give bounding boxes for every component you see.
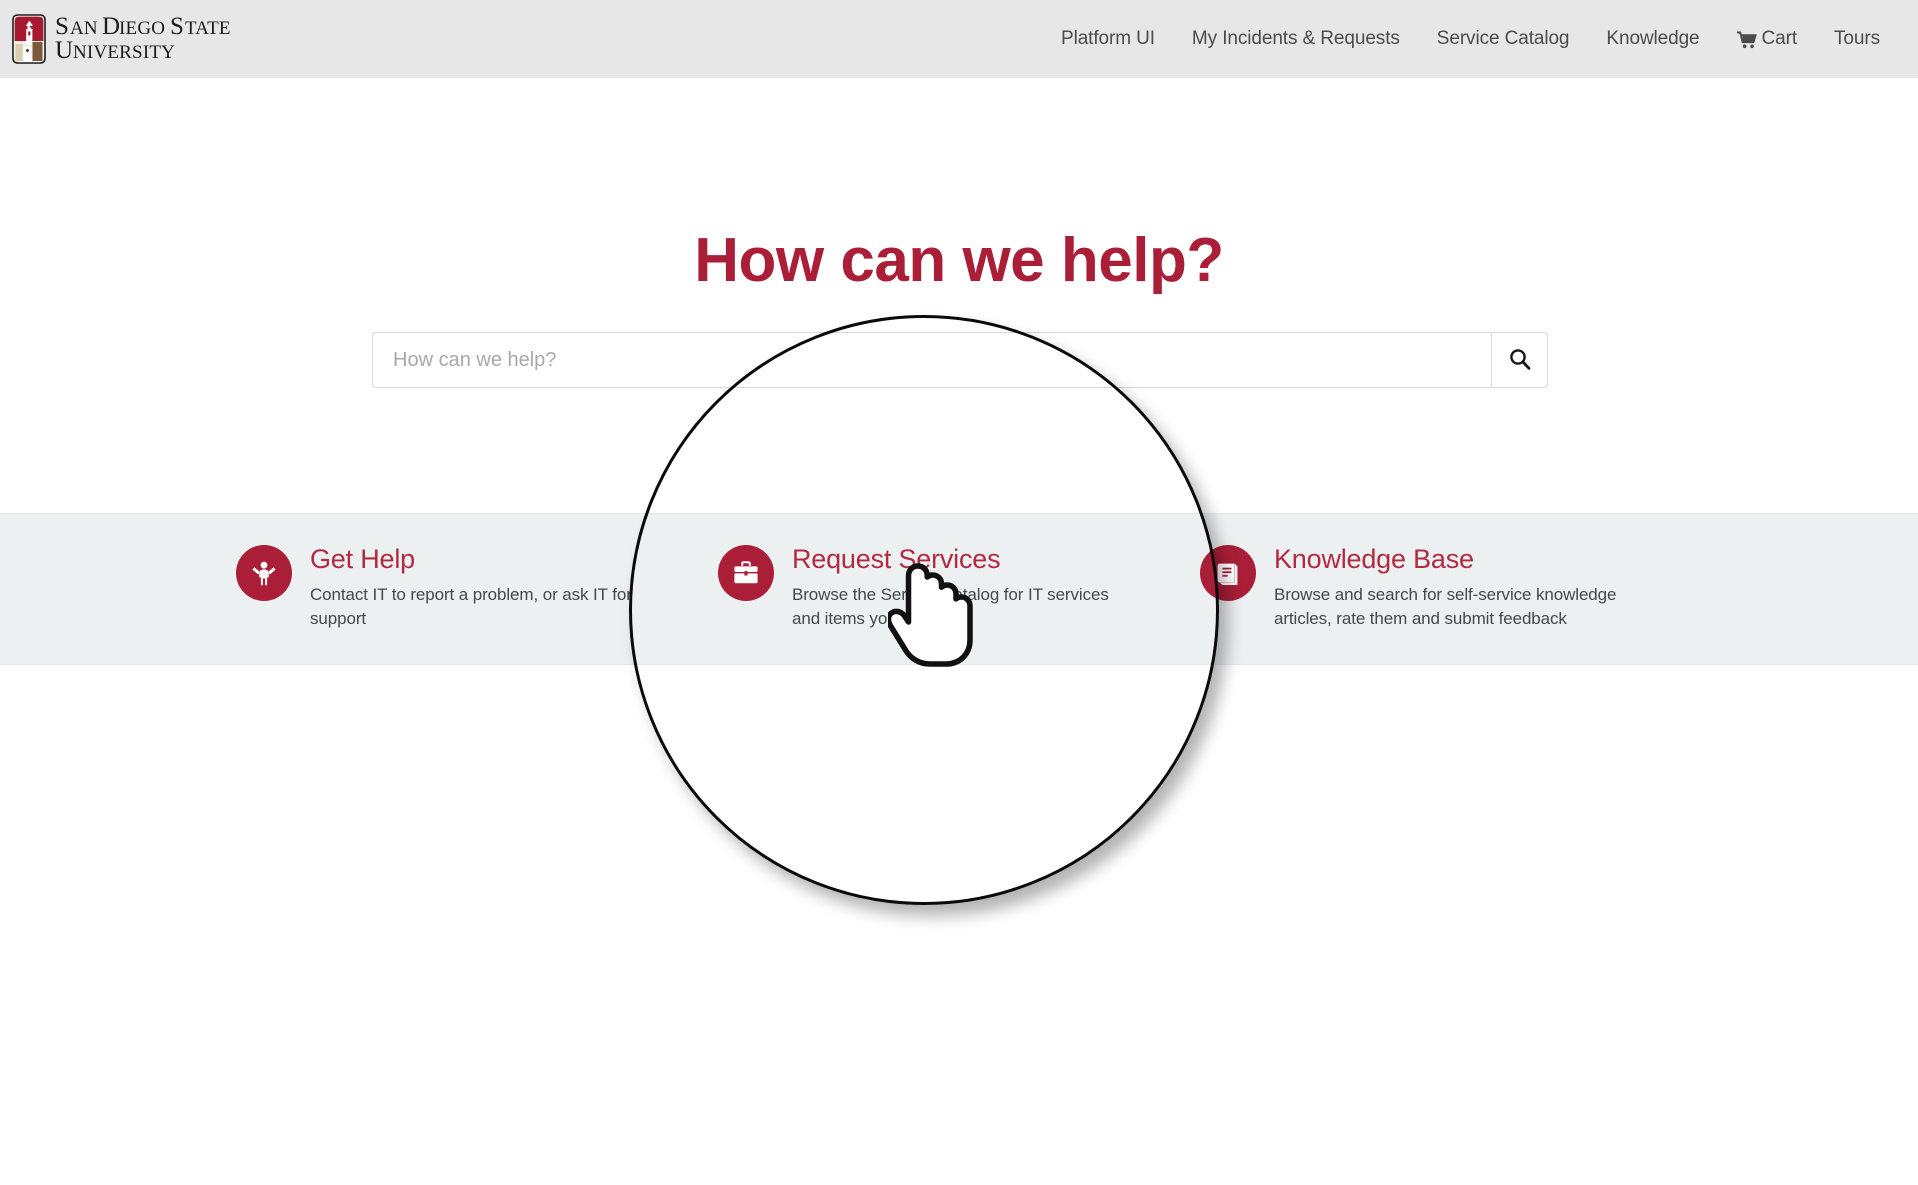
card-title: Request Services: [792, 544, 1001, 574]
person-raised-arms-icon: [236, 545, 292, 601]
book-icon: [1200, 545, 1256, 601]
card-title: Knowledge Base: [1274, 544, 1474, 574]
search-icon: [1509, 348, 1531, 373]
card-knowledge-base[interactable]: Knowledge Base Browse and search for sel…: [1200, 513, 1682, 665]
svg-text:AN: AN: [70, 18, 98, 39]
sdsu-wordmark: S AN D IEGO S TATE U NIVERSITY: [55, 11, 231, 68]
nav-item-label: My Incidents & Requests: [1191, 28, 1400, 49]
nav-item-tours[interactable]: Tours: [1834, 28, 1880, 50]
main-navigation: Platform UI My Incidents & Requests Serv…: [1024, 0, 1918, 78]
card-body: Get Help Contact IT to report a problem,…: [310, 543, 655, 632]
svg-text:IEGO: IEGO: [119, 18, 165, 39]
quick-links-cards: Get Help Contact IT to report a problem,…: [0, 513, 1918, 665]
card-description: Browse and search for self-service knowl…: [1274, 585, 1617, 629]
shopping-cart-icon: [1736, 31, 1758, 49]
svg-text:D: D: [102, 13, 120, 40]
card-body: Knowledge Base Browse and search for sel…: [1274, 543, 1619, 632]
nav-item-label: Platform UI: [1061, 28, 1155, 49]
search-bar: [372, 332, 1548, 388]
svg-text:NIVERSITY: NIVERSITY: [73, 42, 175, 63]
nav-item-cart[interactable]: Cart: [1736, 28, 1798, 50]
page-root: S AN D IEGO S TATE U NIVERSITY Platform …: [0, 0, 1918, 1185]
card-body: Request Services Browse the Service Cata…: [792, 543, 1137, 632]
nav-item-knowledge[interactable]: Knowledge: [1606, 28, 1699, 50]
nav-item-platform-ui[interactable]: Platform UI: [1061, 28, 1155, 50]
nav-item-my-incidents-requests[interactable]: My Incidents & Requests: [1192, 28, 1400, 50]
page-title: How can we help?: [694, 226, 1224, 295]
svg-text:S: S: [170, 13, 184, 40]
search-button[interactable]: [1491, 332, 1548, 388]
nav-item-label: Knowledge: [1606, 28, 1700, 49]
nav-item-label: Service Catalog: [1436, 28, 1570, 49]
card-description: Contact IT to report a problem, or ask I…: [310, 585, 632, 629]
svg-text:TATE: TATE: [185, 18, 231, 39]
site-header: S AN D IEGO S TATE U NIVERSITY Platform …: [0, 0, 1918, 78]
svg-text:S: S: [55, 13, 69, 40]
card-title: Get Help: [310, 544, 415, 574]
card-request-services[interactable]: Request Services Browse the Service Cata…: [718, 513, 1200, 665]
card-description: Browse the Service Catalog for IT servic…: [792, 585, 1109, 629]
briefcase-icon: [718, 545, 774, 601]
search-input[interactable]: [372, 332, 1491, 388]
nav-item-label: Cart: [1761, 28, 1798, 49]
sdsu-logo[interactable]: S AN D IEGO S TATE U NIVERSITY: [12, 8, 231, 70]
sdsu-crest-icon: [12, 14, 46, 64]
nav-item-service-catalog[interactable]: Service Catalog: [1437, 28, 1570, 50]
svg-text:U: U: [55, 37, 73, 63]
nav-item-label: Tours: [1834, 28, 1880, 49]
card-get-help[interactable]: Get Help Contact IT to report a problem,…: [236, 513, 718, 665]
